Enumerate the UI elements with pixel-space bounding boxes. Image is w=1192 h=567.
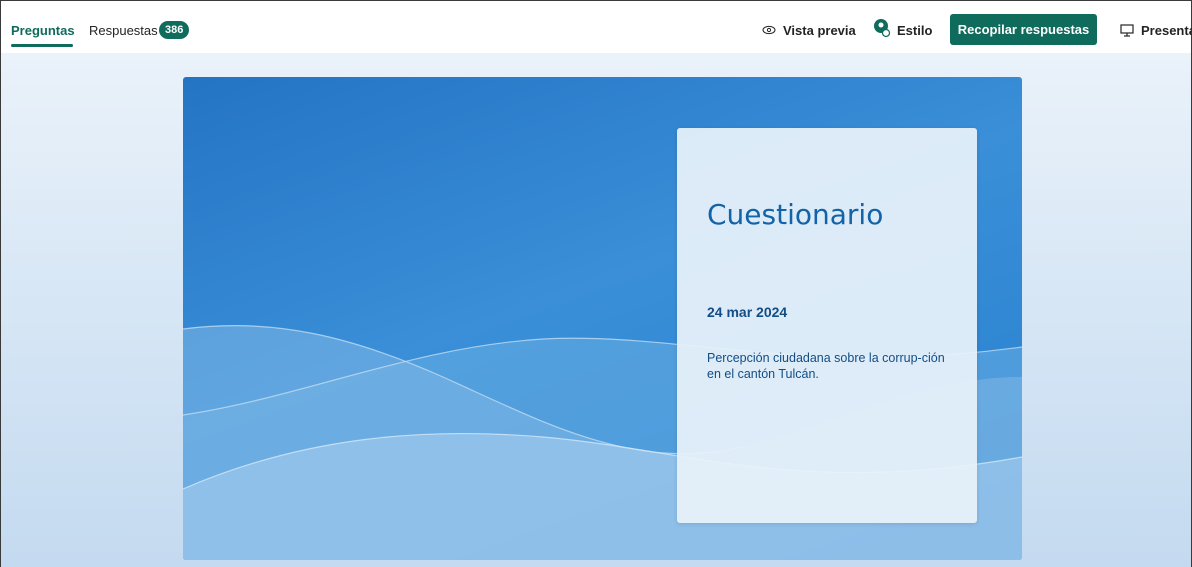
collect-responses-button[interactable]: Recopilar respuestas: [950, 14, 1097, 45]
eye-icon: [761, 22, 777, 38]
monitor-icon: [1119, 22, 1135, 38]
form-date: 24 mar 2024: [707, 304, 788, 320]
present-button[interactable]: Presentar: [1119, 22, 1192, 38]
style-button[interactable]: Estilo: [873, 17, 932, 38]
responses-count-badge: 386: [159, 21, 190, 39]
tab-preguntas[interactable]: Preguntas: [11, 23, 75, 38]
form-description[interactable]: Percepción ciudadana sobre la corrup-ció…: [707, 350, 952, 382]
form-title[interactable]: Cuestionario: [707, 198, 883, 231]
preview-label: Vista previa: [783, 22, 856, 38]
style-label: Estilo: [897, 23, 933, 38]
present-label: Presentar: [1141, 22, 1192, 38]
tab-respuestas[interactable]: Respuestas: [89, 23, 158, 38]
palette-icon: [873, 18, 891, 38]
form-header-card[interactable]: Cuestionario 24 mar 2024 Percepción ciud…: [677, 128, 977, 523]
active-tab-indicator: [11, 44, 73, 47]
preview-button[interactable]: Vista previa: [761, 22, 856, 38]
top-bar: Preguntas Respuestas 386 Vista previa Es…: [1, 1, 1192, 53]
